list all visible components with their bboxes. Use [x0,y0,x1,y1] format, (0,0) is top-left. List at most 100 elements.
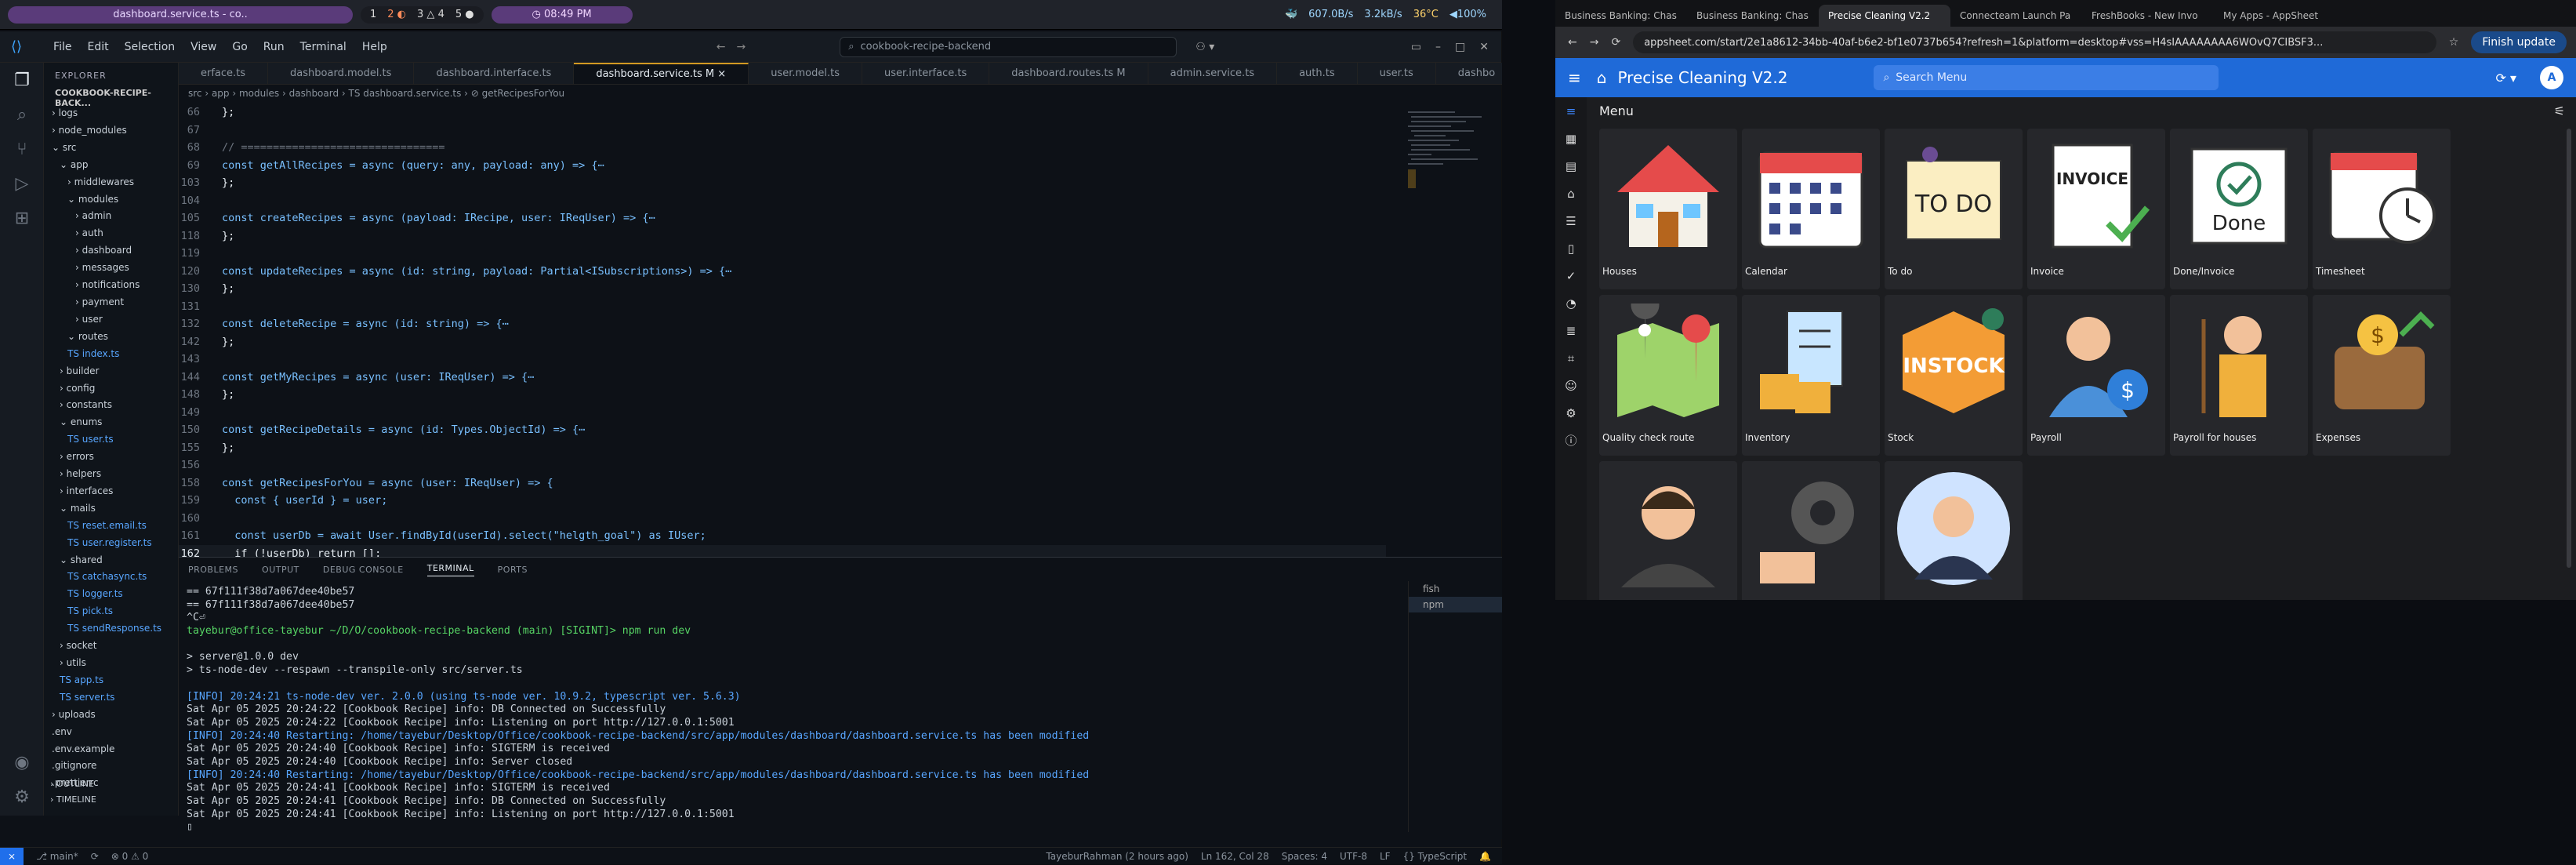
tree-item[interactable]: TS server.ts [44,689,178,707]
tag-icon[interactable]: ⌗ [1555,344,1587,372]
back-arrow-icon[interactable]: ← [717,41,726,53]
menu-item[interactable]: File [53,41,71,53]
menu-item[interactable]: Terminal [300,41,346,53]
browser-tab[interactable]: Connecteam Launch Pa [1950,5,2082,27]
filter-icon[interactable]: ⚟ [2554,104,2565,118]
editor-tab[interactable]: dashboard.interface.ts [414,63,575,84]
gear-icon[interactable]: ⚙ [1555,399,1587,427]
minimize-icon[interactable]: – [1435,41,1441,53]
tree-item[interactable]: ⌄ app [44,157,178,174]
editor-tab[interactable]: erface.ts [179,63,269,84]
menu-item[interactable]: Go [232,41,247,53]
command-center[interactable]: ⌕ cookbook-recipe-backend [840,36,1177,57]
menu-tile[interactable] [1885,461,2023,622]
tree-item[interactable]: TS reset.email.ts [44,518,178,535]
hamburger-menu-icon[interactable]: ≡ [1568,68,1581,87]
menu-item[interactable]: Edit [87,41,108,53]
menu-tile[interactable]: Done Done/Invoice [2170,129,2308,289]
menu-tile[interactable]: Inventory [1742,295,1880,456]
tree-item[interactable]: › user [44,311,178,329]
tree-item[interactable]: › node_modules [44,122,178,140]
workspace-2[interactable]: 2 ◐ [387,9,406,20]
editor-tab[interactable]: user.model.ts [749,63,862,84]
browser-tab[interactable]: FreshBooks - New Invo [2082,5,2214,27]
tree-item[interactable]: › interfaces [44,483,178,500]
tree-item[interactable]: .env.example [44,741,178,758]
terminal-instance[interactable]: fish [1409,581,1502,597]
forward-icon[interactable]: → [1590,36,1599,49]
status-item[interactable]: Spaces: 4 [1282,851,1327,862]
workspace-5[interactable]: 5 ● [455,9,474,20]
git-branch[interactable]: ⎇ main* [36,851,78,862]
code-editor[interactable]: 66}; 67 68// =============================… [179,104,1386,595]
close-icon[interactable]: ✕ [1479,41,1489,53]
menu-tile[interactable]: Timesheet [2313,129,2451,289]
editor-tab[interactable]: admin.service.ts [1148,63,1278,84]
editor-tab[interactable]: dashbo [1436,63,1502,84]
url-field[interactable]: appsheet.com/start/2e1a8612-34bb-40af-b6… [1633,31,2436,53]
stack-icon[interactable]: ≣ [1555,317,1587,344]
tree-item[interactable]: ⌄ shared [44,552,178,569]
browser-tab[interactable]: Business Banking: Chas [1555,5,1687,27]
editor-tab[interactable]: dashboard.service.ts M × [574,63,749,84]
breadcrumb[interactable]: src › app › modules › dashboard › TS das… [179,85,1502,102]
menu-tile[interactable]: $ Payroll [2027,295,2165,456]
terminal-instance[interactable]: npm [1409,597,1502,612]
browser-tab[interactable]: Precise Cleaning V2.2 [1819,5,1950,27]
browser-tab[interactable]: My Apps - AppSheet [2214,5,2346,27]
status-item[interactable]: 🔔 [1479,851,1491,862]
tree-item[interactable]: TS sendResponse.ts [44,620,178,638]
workspace-1[interactable]: 1 [370,9,376,20]
tree-item[interactable]: TS app.ts [44,672,178,689]
menu-item[interactable]: View [190,41,216,53]
terminal-output[interactable]: == 67f111f38d7a067dee40be57 == 67f111f38d… [187,586,1362,834]
account-icon[interactable]: ◉ [0,745,44,780]
files-icon[interactable]: ❐ [0,63,44,97]
tree-item[interactable]: › config [44,380,178,398]
status-item[interactable]: Ln 162, Col 28 [1201,851,1269,862]
pie-icon[interactable]: ◔ [1555,289,1587,317]
tree-item[interactable]: › messages [44,260,178,277]
tree-item[interactable]: TS user.register.ts [44,535,178,552]
editor-tab[interactable]: user.ts [1358,63,1436,84]
status-item[interactable]: TayeburRahman (2 hours ago) [1046,851,1188,862]
problems-count[interactable]: ⊗ 0 ⚠ 0 [111,851,149,862]
source-control-icon[interactable]: ⑂ [0,132,44,166]
status-item[interactable]: {} TypeScript [1403,851,1467,862]
finish-update-button[interactable]: Finish update [2471,31,2567,53]
search-icon[interactable]: ⌕ [0,97,44,132]
run-debug-icon[interactable]: ▷ [0,166,44,201]
tree-item[interactable]: › middlewares [44,174,178,191]
tree-item[interactable]: › builder [44,363,178,380]
avatar[interactable]: A [2540,66,2563,89]
tree-item[interactable]: › admin [44,208,178,225]
panel-tab[interactable]: DEBUG CONSOLE [323,565,404,575]
tree-item[interactable]: ⌄ mails [44,500,178,518]
map-icon[interactable]: ▦ [1555,125,1587,152]
workspace-switcher[interactable]: 1 2 ◐ 3 △ 4 5 ● [361,5,484,24]
panel-tab[interactable]: PROBLEMS [188,565,238,575]
tree-item[interactable]: ⌄ src [44,140,178,157]
tree-item[interactable]: › dashboard [44,242,178,260]
back-icon[interactable]: ← [1568,36,1577,49]
remote-indicator[interactable]: ⨯ [0,847,24,865]
tree-item[interactable]: TS pick.ts [44,603,178,620]
copilot-icon[interactable]: ⚇ ▾ [1195,41,1214,53]
browser-tab[interactable]: Business Banking: Chas [1687,5,1819,27]
outline-section[interactable]: › OUTLINE [50,779,94,789]
menu-tile[interactable]: Houses [1599,129,1737,289]
info-icon[interactable]: ⓘ [1555,427,1587,454]
tree-item[interactable]: .env [44,724,178,741]
menu-tile[interactable]: $ Expenses [2313,295,2451,456]
panel-tab[interactable]: TERMINAL [426,563,474,576]
menu-tile[interactable]: Payroll for houses [2170,295,2308,456]
menu-item[interactable]: Selection [125,41,176,53]
tree-item[interactable]: TS index.ts [44,346,178,363]
tree-item[interactable]: .gitignore [44,758,178,775]
tree-item[interactable]: › utils [44,655,178,672]
tree-item[interactable]: › payment [44,294,178,311]
tree-item[interactable]: › errors [44,449,178,466]
tree-item[interactable]: › socket [44,638,178,655]
menu-search[interactable]: ⌕ Search Menu [1874,65,2219,90]
tree-item[interactable]: ⌄ enums [44,414,178,431]
